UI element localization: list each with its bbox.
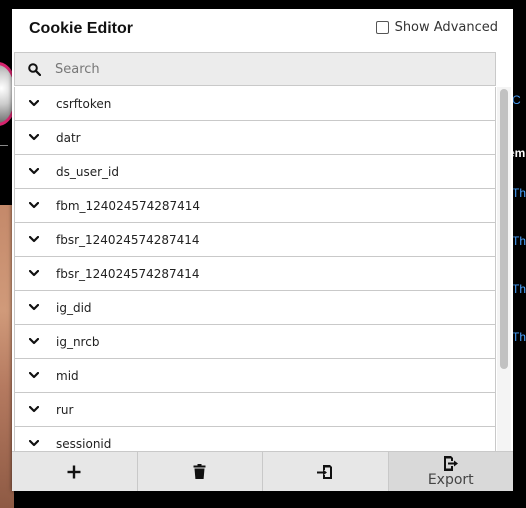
chevron-down-icon[interactable] xyxy=(29,202,43,209)
cookie-row[interactable]: ds_user_id xyxy=(14,155,496,189)
cookie-name: ig_did xyxy=(56,300,92,315)
chevron-down-icon[interactable] xyxy=(29,338,43,345)
show-advanced-label: Show Advanced xyxy=(394,20,498,35)
background-link-text: Th xyxy=(512,330,526,344)
cookie-name: datr xyxy=(56,130,81,145)
chevron-down-icon[interactable] xyxy=(29,372,43,379)
scrollbar[interactable] xyxy=(497,87,511,451)
scrollbar-thumb[interactable] xyxy=(500,89,508,369)
cookie-row[interactable]: ig_did xyxy=(14,291,496,325)
chevron-down-icon[interactable] xyxy=(29,236,43,243)
cookie-name: ds_user_id xyxy=(56,164,119,179)
show-advanced-checkbox[interactable] xyxy=(375,21,389,34)
chevron-down-icon[interactable] xyxy=(29,270,43,277)
cookie-row[interactable]: fbsr_124024574287414 xyxy=(14,223,496,257)
background-link-text: Th xyxy=(512,234,526,248)
cookie-list: csrftoken datr ds_user_id fbm_1240245742874… xyxy=(14,87,496,451)
cookie-row[interactable]: sessionid xyxy=(14,427,496,451)
export-button[interactable]: Export xyxy=(388,452,513,491)
delete-all-button[interactable] xyxy=(137,452,263,491)
chevron-down-icon[interactable] xyxy=(29,168,43,175)
cookie-name: fbm_124024574287414 xyxy=(56,198,201,213)
background-link-text: Th xyxy=(512,186,526,200)
cookie-row[interactable]: datr xyxy=(14,121,496,155)
cookie-name: mid xyxy=(56,368,79,383)
chevron-down-icon[interactable] xyxy=(29,134,43,141)
chevron-down-icon[interactable] xyxy=(29,406,43,413)
cookie-editor-popup: Cookie Editor Show Advanced csrftoken dat… xyxy=(12,9,513,491)
cookie-row[interactable]: fbsr_124024574287414 xyxy=(14,257,496,291)
add-cookie-button[interactable] xyxy=(12,452,138,491)
cookie-row[interactable]: csrftoken xyxy=(14,87,496,121)
chevron-down-icon[interactable] xyxy=(29,440,43,447)
popup-header: Cookie Editor Show Advanced xyxy=(12,9,513,51)
search-icon xyxy=(28,62,41,76)
trash-icon xyxy=(193,464,206,479)
cookie-row[interactable]: mid xyxy=(14,359,496,393)
chevron-down-icon[interactable] xyxy=(29,304,43,311)
background-divider xyxy=(0,145,8,146)
search-bar xyxy=(14,52,496,86)
popup-title: Cookie Editor xyxy=(29,20,134,37)
plus-icon xyxy=(67,465,81,478)
popup-footer: Export xyxy=(12,451,513,491)
cookie-name: sessionid xyxy=(56,436,112,451)
cookie-name: fbsr_124024574287414 xyxy=(56,232,200,247)
chevron-down-icon[interactable] xyxy=(29,100,43,107)
import-button[interactable] xyxy=(263,452,389,491)
export-label: Export xyxy=(427,471,474,488)
cookie-row[interactable]: rur xyxy=(14,393,496,427)
cookie-name: csrftoken xyxy=(56,96,112,111)
export-icon xyxy=(443,455,458,471)
cookie-row[interactable]: fbm_124024574287414 xyxy=(14,189,496,223)
cookie-row[interactable]: ig_nrcb xyxy=(14,325,496,359)
background-link-text: C xyxy=(512,93,521,107)
cookie-name: ig_nrcb xyxy=(56,334,100,349)
cookie-name: fbsr_124024574287414 xyxy=(56,266,200,281)
search-input[interactable] xyxy=(55,61,455,77)
import-icon xyxy=(317,464,333,479)
show-advanced-toggle[interactable]: Show Advanced xyxy=(375,20,498,35)
background-link-text: Th xyxy=(512,282,526,296)
cookie-name: rur xyxy=(56,402,74,417)
